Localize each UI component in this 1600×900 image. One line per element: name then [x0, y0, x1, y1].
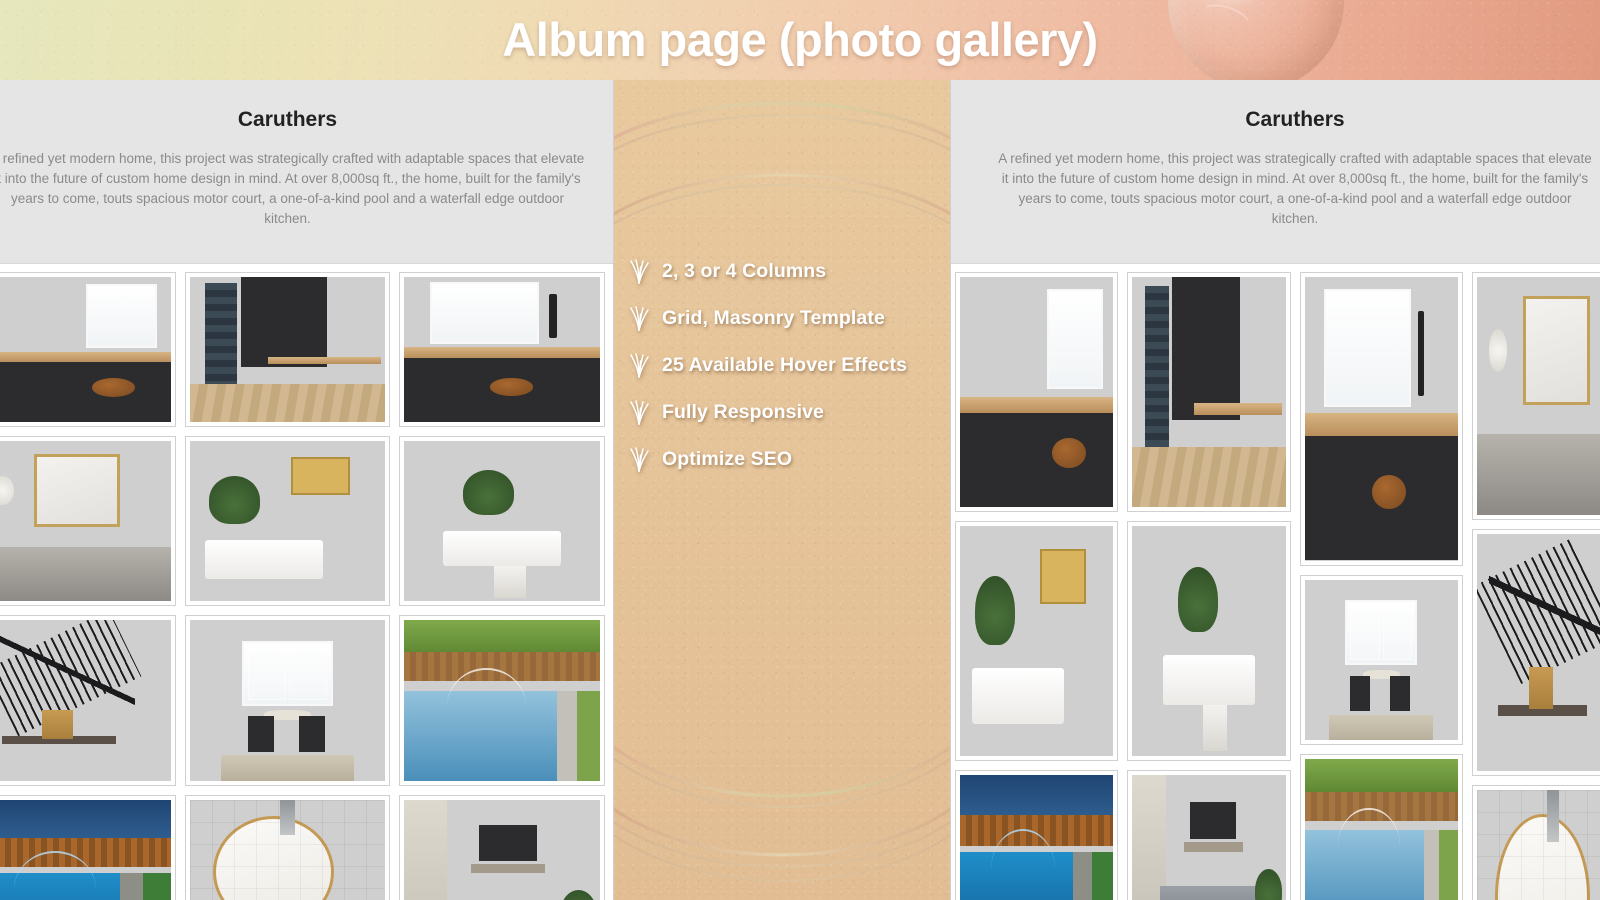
grass-icon	[630, 400, 649, 425]
photo-breakfast-nook	[189, 620, 386, 781]
grass-icon	[630, 353, 649, 378]
feature-item: Grid, Masonry Template	[628, 305, 950, 331]
gallery-thumb[interactable]	[1127, 769, 1291, 900]
body-area: Caruthers A refined yet modern home, thi…	[0, 80, 1600, 900]
photo-pantry-ladder-cabinets	[189, 277, 386, 422]
photo-outdoor-living-tv	[404, 799, 600, 900]
gallery-thumb[interactable]	[1471, 785, 1600, 900]
photo-dark-teal-washstand	[1132, 525, 1286, 756]
grass-icon	[630, 259, 649, 284]
photo-kitchen-island-window	[960, 277, 1114, 507]
gallery-thumb[interactable]	[184, 794, 391, 900]
feature-item: Optimize SEO	[628, 446, 950, 472]
photo-desk-nook-lamp	[404, 277, 600, 422]
photo-teal-powder-room	[189, 440, 386, 602]
gallery-thumb[interactable]	[399, 435, 605, 607]
photo-desk-nook-lamp	[1304, 277, 1458, 561]
grass-icon	[630, 306, 649, 331]
photo-pool-water-arcs-day	[404, 620, 600, 781]
gallery-thumb[interactable]	[399, 615, 605, 786]
feature-list: 2, 3 or 4 Columns Grid, Masonry Template 2…	[628, 258, 950, 488]
left-gallery-grid	[0, 264, 615, 900]
gallery-thumb[interactable]	[1471, 528, 1600, 777]
right-gallery-header: Caruthers A refined yet modern home, thi…	[945, 80, 1600, 264]
photo-grey-bath-mirror	[0, 440, 171, 602]
left-gallery-description: A refined yet modern home, this project …	[0, 151, 585, 226]
feature-item: Fully Responsive	[628, 399, 950, 425]
gallery-thumb[interactable]	[184, 615, 391, 786]
photo-grey-bath-mirror	[1476, 277, 1600, 515]
feature-item: 25 Available Hover Effects	[628, 352, 950, 378]
feature-label: Grid, Masonry Template	[662, 306, 885, 329]
center-feature-panel: 2, 3 or 4 Columns Grid, Masonry Template 2…	[613, 80, 951, 900]
page-title: Album page (photo gallery)	[502, 13, 1098, 66]
feature-label: Optimize SEO	[662, 447, 793, 470]
gallery-thumb[interactable]	[1127, 520, 1291, 761]
right-gallery-masonry	[945, 264, 1600, 900]
right-gallery-description: A refined yet modern home, this project …	[998, 151, 1592, 226]
feature-label: Fully Responsive	[662, 400, 824, 423]
gallery-thumb[interactable]	[184, 272, 391, 427]
photo-teal-powder-room	[960, 525, 1114, 756]
header-banner: Album page (photo gallery)	[0, 0, 1600, 80]
gallery-thumb[interactable]	[0, 272, 176, 427]
gallery-thumb[interactable]	[1299, 574, 1463, 746]
left-gallery-header: Caruthers A refined yet modern home, thi…	[0, 80, 615, 264]
photo-pool-night-lights	[960, 774, 1114, 900]
photo-kitchen-island-window	[0, 277, 171, 422]
photo-round-mirror-pendant	[1476, 790, 1600, 900]
gallery-thumb[interactable]	[1299, 272, 1463, 566]
right-gallery-panel: Caruthers A refined yet modern home, thi…	[945, 80, 1600, 900]
left-gallery-panel: Caruthers A refined yet modern home, thi…	[0, 80, 615, 900]
screenshot-root: Album page (photo gallery) Caruthers A r…	[0, 0, 1600, 900]
photo-dark-teal-washstand	[404, 440, 600, 602]
photo-pool-night-lights	[0, 799, 171, 900]
gallery-thumb[interactable]	[955, 272, 1119, 512]
photo-round-mirror-tile	[189, 799, 386, 900]
gallery-thumb[interactable]	[184, 435, 391, 607]
gallery-thumb[interactable]	[1127, 272, 1291, 512]
photo-pantry-ladder-cabinets	[1132, 277, 1286, 507]
gallery-thumb[interactable]	[955, 520, 1119, 761]
gallery-thumb[interactable]	[0, 615, 176, 786]
photo-breakfast-nook	[1304, 579, 1458, 741]
left-gallery-title: Caruthers	[237, 108, 338, 131]
photo-staircase-window	[1476, 533, 1600, 772]
photo-staircase-console	[0, 620, 171, 781]
gallery-thumb[interactable]	[399, 272, 605, 427]
feature-label: 2, 3 or 4 Columns	[662, 259, 827, 282]
gallery-thumb[interactable]	[0, 794, 176, 900]
photo-outdoor-living-tv	[1132, 774, 1286, 900]
gallery-thumb[interactable]	[0, 435, 176, 607]
gallery-thumb[interactable]	[399, 794, 605, 900]
feature-label: 25 Available Hover Effects	[662, 353, 908, 376]
gallery-thumb[interactable]	[1299, 754, 1463, 900]
gallery-thumb[interactable]	[955, 769, 1119, 900]
panel-texture	[614, 80, 950, 900]
right-gallery-title: Caruthers	[1245, 108, 1345, 131]
grass-icon	[630, 447, 649, 472]
photo-pool-water-arcs-day	[1304, 759, 1458, 900]
gallery-thumb[interactable]	[1471, 272, 1600, 520]
feature-item: 2, 3 or 4 Columns	[628, 258, 950, 284]
